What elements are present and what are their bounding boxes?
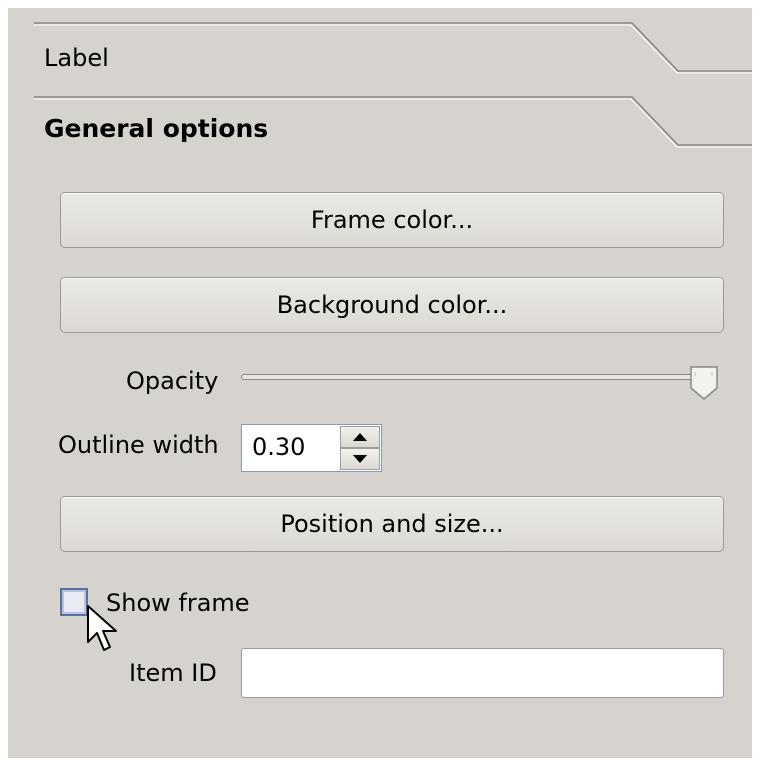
opacity-label: Opacity (126, 367, 219, 395)
opacity-slider[interactable] (241, 374, 716, 380)
toolbox-tab-label-title: Label (44, 44, 109, 72)
mouse-pointer-icon (87, 605, 117, 651)
outline-width-value[interactable]: 0.30 (252, 433, 305, 461)
toolbox-tab-general-options-title: General options (44, 114, 269, 143)
spin-up-button[interactable] (340, 426, 380, 448)
arrow-up-icon (353, 433, 367, 441)
item-id-label: Item ID (129, 659, 217, 687)
toolbox-tab-label[interactable]: Label (8, 18, 752, 90)
show-frame-label[interactable]: Show frame (106, 589, 250, 617)
background-color-button[interactable]: Background color... (60, 277, 724, 333)
arrow-down-icon (353, 455, 367, 463)
show-frame-checkbox[interactable] (60, 588, 88, 616)
tab-outline-shape (34, 22, 752, 74)
toolbox-tab-general-options[interactable]: General options (8, 92, 752, 164)
position-and-size-button[interactable]: Position and size... (60, 496, 724, 552)
opacity-slider-handle[interactable] (688, 364, 720, 402)
outline-width-label: Outline width (58, 431, 219, 459)
spin-down-button[interactable] (340, 448, 380, 470)
frame-color-button[interactable]: Frame color... (60, 192, 724, 248)
outline-width-spinbox[interactable]: 0.30 (241, 424, 382, 472)
item-id-input[interactable] (241, 648, 724, 698)
item-properties-panel: Label General options Frame color... Bac… (8, 8, 752, 758)
